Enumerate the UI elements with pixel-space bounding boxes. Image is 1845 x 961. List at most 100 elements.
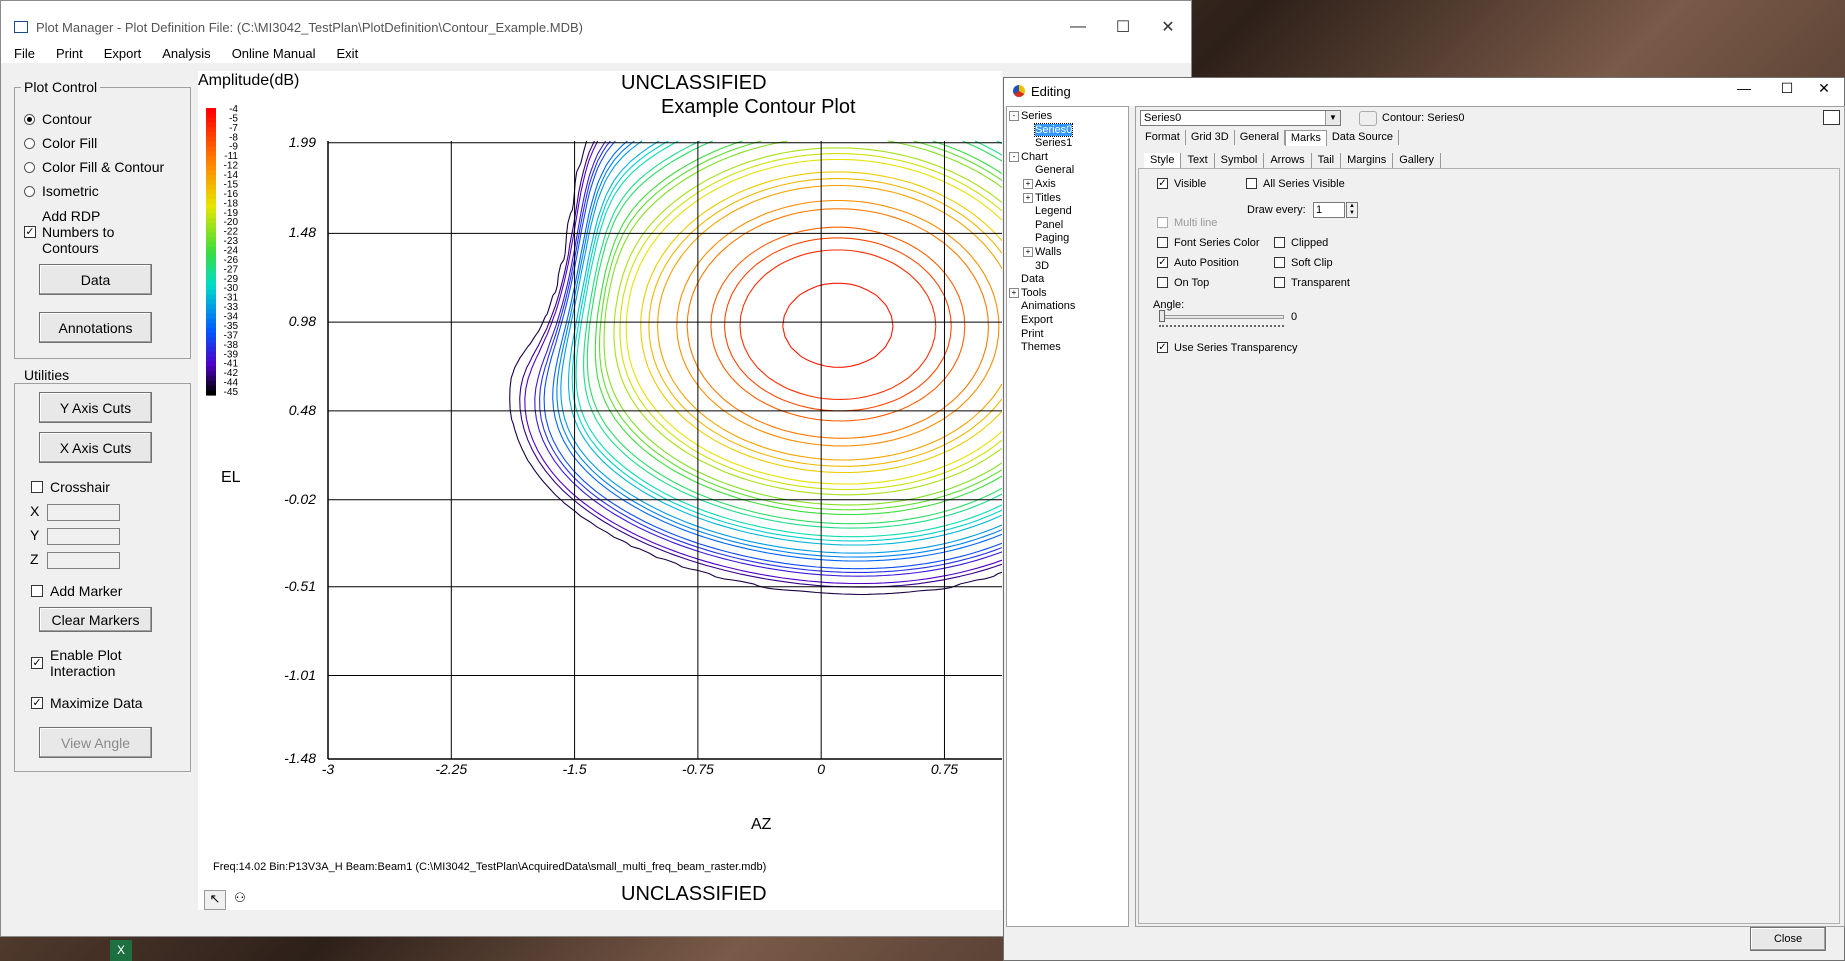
contour-chart[interactable] (198, 71, 1002, 841)
excel-taskbar-icon[interactable]: X (110, 940, 132, 961)
draw-every-input[interactable]: 1 (1313, 202, 1345, 218)
view-angle-button[interactable]: View Angle (39, 727, 152, 758)
menu-file[interactable]: File (1, 46, 43, 61)
close-button[interactable]: Close (1750, 927, 1826, 951)
auto-position-checkbox[interactable]: ✓ (1157, 257, 1168, 268)
close-icon[interactable]: ✕ (1145, 7, 1191, 47)
color-fill-contour-radio[interactable] (24, 162, 35, 173)
subtab-style[interactable]: Style (1144, 153, 1182, 168)
menu-export[interactable]: Export (91, 46, 150, 61)
font-series-color-label: Font Series Color (1174, 237, 1260, 249)
tree-item-chart[interactable]: - Chart (1009, 151, 1048, 163)
x-axis-cuts-button[interactable]: X Axis Cuts (39, 432, 152, 463)
visible-checkbox[interactable]: ✓ (1157, 178, 1168, 189)
auto-position-label: Auto Position (1174, 257, 1239, 269)
expand-icon[interactable]: + (1023, 192, 1033, 203)
tree-item-export[interactable]: Export (1021, 314, 1053, 326)
menu-online-manual[interactable]: Online Manual (219, 46, 324, 61)
expand-icon[interactable]: + (1023, 247, 1033, 257)
clipped-checkbox[interactable] (1274, 237, 1285, 248)
all-series-visible-checkbox[interactable] (1246, 178, 1257, 189)
subtab-margins[interactable]: Margins (1341, 153, 1394, 168)
pointer-tool-icon[interactable]: ↖ (204, 890, 226, 910)
draw-every-label: Draw every: (1247, 204, 1306, 216)
angle-slider-handle[interactable] (1159, 310, 1165, 322)
subtab-tail[interactable]: Tail (1312, 153, 1342, 168)
y-axis-cuts-button[interactable]: Y Axis Cuts (39, 392, 152, 423)
isometric-radio[interactable] (24, 186, 35, 197)
on-top-checkbox[interactable] (1157, 277, 1168, 288)
soft-clip-checkbox[interactable] (1274, 257, 1285, 268)
subtab-arrows[interactable]: Arrows (1264, 153, 1312, 168)
tree-item-print[interactable]: Print (1021, 328, 1044, 340)
subtab-symbol[interactable]: Symbol (1215, 153, 1265, 168)
crosshair-checkbox[interactable] (31, 481, 43, 493)
maximize-data-checkbox[interactable]: ✓ (31, 697, 43, 709)
y-tick-label: -0.51 (284, 577, 316, 594)
z-label: Z (30, 551, 39, 567)
expand-icon[interactable]: + (1023, 179, 1033, 189)
chevron-down-icon[interactable]: ▼ (1325, 111, 1340, 125)
series-select-value: Series0 (1144, 112, 1182, 124)
collapse-icon[interactable]: - (1009, 151, 1019, 162)
use-series-transparency-checkbox[interactable]: ✓ (1157, 342, 1168, 353)
tree-item-tools[interactable]: + Tools (1009, 287, 1047, 299)
add-rdp-checkbox[interactable]: ✓ (24, 226, 36, 238)
angle-label: Angle: (1153, 299, 1185, 311)
series-color-swatch[interactable] (1823, 110, 1840, 125)
editing-maximize-icon[interactable]: ☐ (1767, 80, 1807, 104)
transparent-checkbox[interactable] (1274, 277, 1285, 288)
collapse-icon[interactable]: - (1009, 111, 1019, 121)
tree-item-series0[interactable]: Series0 (1033, 122, 1074, 137)
color-fill-radio[interactable] (24, 138, 35, 149)
maximize-icon[interactable]: ☐ (1100, 7, 1146, 47)
tree-item-panel[interactable]: Panel (1035, 219, 1063, 231)
contour-label: Contour (42, 111, 92, 127)
series-select[interactable]: Series0 ▼ (1140, 110, 1341, 126)
tab-format[interactable]: Format (1140, 130, 1186, 145)
tree-item-themes[interactable]: Themes (1021, 341, 1061, 353)
menu-print[interactable]: Print (43, 46, 91, 61)
multi-line-checkbox[interactable] (1157, 217, 1168, 228)
font-series-color-checkbox[interactable] (1157, 237, 1168, 248)
tree-item-series1[interactable]: Series1 (1035, 137, 1072, 149)
minimize-icon[interactable]: — (1055, 7, 1101, 47)
tree-item-legend[interactable]: Legend (1035, 205, 1072, 217)
tree-item-walls[interactable]: + Walls (1023, 246, 1061, 258)
draw-every-stepper[interactable]: ▲ ▼ (1346, 202, 1358, 218)
menu-analysis[interactable]: Analysis (149, 46, 218, 61)
menu-exit[interactable]: Exit (324, 46, 367, 61)
tree-item-data[interactable]: Data (1021, 273, 1044, 285)
editing-minimize-icon[interactable]: — (1724, 80, 1764, 104)
tree-item-label: Titles (1035, 191, 1061, 204)
tree-item-label: Themes (1021, 341, 1061, 354)
editing-close-icon[interactable]: ✕ (1806, 80, 1842, 104)
plot-area[interactable]: Amplitude(dB) UNCLASSIFIED Example Conto… (198, 71, 1002, 910)
tree-item-animations[interactable]: Animations (1021, 300, 1075, 312)
subtab-gallery[interactable]: Gallery (1393, 153, 1442, 168)
x-tick-label: 0.75 (930, 761, 959, 777)
data-button[interactable]: Data (39, 264, 152, 295)
clear-markers-button[interactable]: Clear Markers (39, 607, 152, 632)
draw-every-value: 1 (1316, 204, 1323, 216)
contour-radio[interactable] (24, 114, 35, 125)
transparent-label: Transparent (1291, 277, 1350, 289)
tab-marks[interactable]: Marks (1284, 130, 1327, 146)
annotations-button[interactable]: Annotations (39, 312, 152, 343)
expand-icon[interactable]: + (1009, 287, 1019, 298)
tree-item-3d[interactable]: 3D (1035, 260, 1049, 272)
tree-item-titles[interactable]: + Titles (1023, 191, 1061, 204)
add-marker-checkbox[interactable] (31, 585, 43, 597)
tree-item-paging[interactable]: Paging (1035, 232, 1069, 244)
tree-item-series[interactable]: - Series (1009, 110, 1052, 122)
binoculars-tool-icon[interactable]: ⚇ (229, 890, 251, 910)
enable-plot-interaction-checkbox[interactable]: ✓ (31, 657, 43, 669)
soft-clip-label: Soft Clip (1291, 257, 1333, 269)
tab-data-source[interactable]: Data Source (1327, 130, 1399, 145)
tree-item-axis[interactable]: + Axis (1023, 178, 1056, 190)
tab-general[interactable]: General (1235, 130, 1285, 145)
tree-item-general[interactable]: General (1035, 164, 1074, 176)
subtab-text[interactable]: Text (1181, 153, 1215, 168)
angle-slider-track[interactable] (1159, 315, 1284, 319)
tab-grid-3d[interactable]: Grid 3D (1186, 130, 1235, 145)
